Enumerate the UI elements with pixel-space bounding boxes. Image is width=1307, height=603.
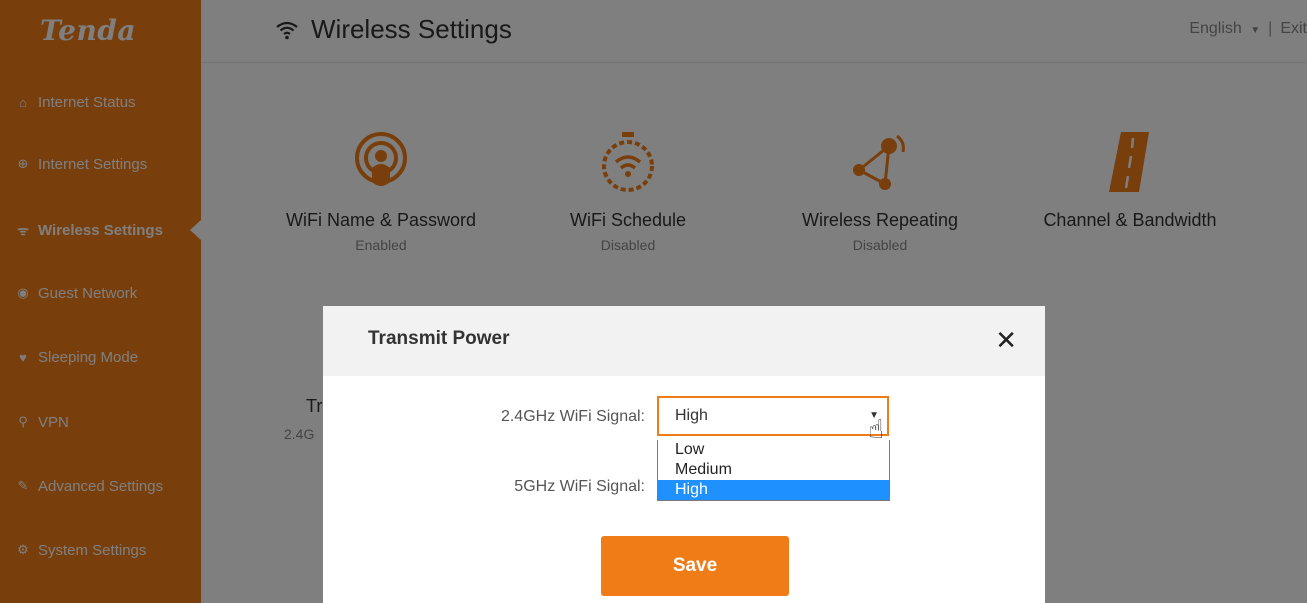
signal-dropdown-list: Low Medium High (657, 440, 890, 501)
select-value: High (675, 407, 708, 424)
hand-cursor-icon: ☝ (868, 414, 884, 444)
close-button[interactable]: ✕ (995, 324, 1017, 356)
wifi-5ghz-signal-label: 5GHz WiFi Signal: (514, 478, 645, 495)
dialog-title: Transmit Power (368, 328, 510, 349)
close-icon: ✕ (995, 325, 1017, 355)
dropdown-option-medium[interactable]: Medium (658, 460, 889, 480)
save-button[interactable]: Save (601, 536, 789, 596)
dropdown-option-low[interactable]: Low (658, 440, 889, 460)
dropdown-option-high[interactable]: High (658, 480, 889, 500)
transmit-power-dialog: Transmit Power ✕ 2.4GHz WiFi Signal: Hig… (323, 306, 1045, 603)
dialog-header: Transmit Power ✕ (323, 306, 1045, 376)
wifi-24ghz-signal-label: 2.4GHz WiFi Signal: (500, 408, 645, 425)
wifi-24ghz-signal-select[interactable]: High ▼ (657, 396, 889, 436)
